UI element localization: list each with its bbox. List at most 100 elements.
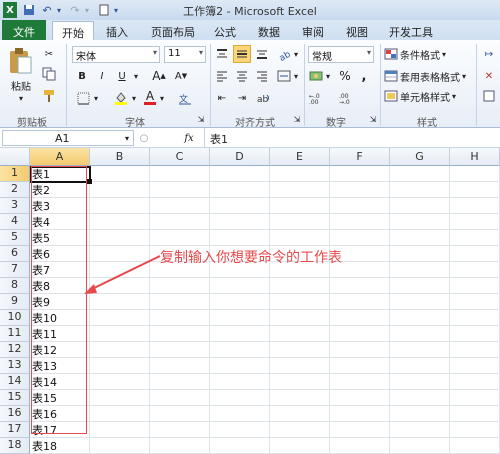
cell[interactable] [210,214,270,230]
cell[interactable] [330,230,390,246]
cell[interactable] [90,182,150,198]
name-box[interactable]: A1 [2,130,134,146]
cell[interactable] [90,214,150,230]
cell[interactable] [330,358,390,374]
cell[interactable] [270,438,330,454]
font-color-icon[interactable]: A [142,88,158,106]
cell[interactable] [390,374,450,390]
cell[interactable] [210,374,270,390]
cell[interactable] [270,326,330,342]
cell[interactable] [270,230,330,246]
row-header[interactable]: 15 [0,390,30,406]
cell[interactable] [150,438,210,454]
cell[interactable] [210,182,270,198]
merge-dropdown-icon[interactable]: ▾ [292,68,300,84]
row-header[interactable]: 1 [0,166,30,182]
row-header[interactable]: 16 [0,406,30,422]
tab-data[interactable]: 数据 [252,21,286,40]
cell[interactable] [90,198,150,214]
tab-insert[interactable]: 插入 [100,21,134,40]
column-header-c[interactable]: C [150,148,210,166]
cell[interactable] [390,166,450,182]
cell[interactable] [270,310,330,326]
cell[interactable] [90,374,150,390]
cell[interactable] [210,278,270,294]
cell[interactable] [450,262,500,278]
cell[interactable] [90,342,150,358]
column-header-g[interactable]: G [390,148,450,166]
fill-color-dropdown-icon[interactable]: ▾ [130,90,138,106]
cell[interactable] [150,390,210,406]
font-size-combo[interactable]: 11 ▾ [164,46,206,63]
formula-bar-collapse-icon[interactable]: ○ [137,131,151,145]
borders-dropdown-icon[interactable]: ▾ [92,90,100,106]
grow-font-button[interactable]: A ▲ [150,68,168,84]
cell[interactable] [450,198,500,214]
cell[interactable] [90,358,150,374]
cell[interactable] [270,342,330,358]
cell[interactable] [450,438,500,454]
cell[interactable] [150,326,210,342]
insert-cells-icon[interactable]: ↦ [480,46,498,62]
cell[interactable] [270,406,330,422]
cell[interactable] [450,358,500,374]
cell[interactable] [390,214,450,230]
cell[interactable] [210,358,270,374]
cell[interactable] [210,326,270,342]
comma-style-button[interactable]: , [358,68,370,84]
cell[interactable] [90,310,150,326]
orientation-icon[interactable]: ab [276,46,292,62]
tab-view[interactable]: 视图 [340,21,374,40]
cell[interactable] [330,198,390,214]
cell[interactable] [210,406,270,422]
row-header[interactable]: 5 [0,230,30,246]
row-header[interactable]: 10 [0,310,30,326]
cell-a[interactable]: 表18 [30,438,90,454]
cell[interactable] [390,262,450,278]
paste-button[interactable]: 粘贴 [6,78,36,93]
align-right-icon[interactable] [254,68,270,84]
cell[interactable] [330,406,390,422]
cell[interactable] [150,198,210,214]
cell[interactable] [150,342,210,358]
row-header[interactable]: 9 [0,294,30,310]
cell[interactable] [270,390,330,406]
tab-review[interactable]: 审阅 [296,21,330,40]
increase-indent-icon[interactable]: ⇥ [234,90,250,106]
cell[interactable] [390,438,450,454]
cell[interactable] [450,166,500,182]
cell[interactable] [450,214,500,230]
cell[interactable] [390,406,450,422]
row-header[interactable]: 2 [0,182,30,198]
font-name-combo[interactable]: 宋体 ▾ [72,46,160,63]
cell[interactable] [90,438,150,454]
cell[interactable] [210,198,270,214]
cell[interactable] [150,166,210,182]
bold-button[interactable]: B [74,68,90,84]
cell[interactable] [210,230,270,246]
cell[interactable] [450,406,500,422]
cell[interactable] [330,166,390,182]
cell[interactable] [330,294,390,310]
column-header-h[interactable]: H [450,148,500,166]
cell[interactable] [450,294,500,310]
increase-decimal-icon[interactable]: ←.0.00 [308,90,332,106]
cell[interactable] [450,246,500,262]
accounting-dropdown-icon[interactable]: ▾ [324,68,332,84]
cell[interactable] [450,310,500,326]
phonetic-guide-icon[interactable]: 文 [176,90,194,106]
cell[interactable] [270,166,330,182]
cell[interactable] [270,374,330,390]
cell[interactable] [330,342,390,358]
cell[interactable] [270,358,330,374]
cell[interactable] [90,390,150,406]
cell[interactable] [390,310,450,326]
conditional-formatting-button[interactable]: 条件格式 ▾ [384,46,474,62]
row-header[interactable]: 4 [0,214,30,230]
name-box-dropdown-icon[interactable]: ▾ [122,132,132,144]
cell[interactable] [210,390,270,406]
cell[interactable] [210,310,270,326]
cell[interactable] [150,310,210,326]
tab-file[interactable]: 文件 [2,20,46,40]
font-dialog-launcher-icon[interactable]: ⇲ [196,114,206,124]
